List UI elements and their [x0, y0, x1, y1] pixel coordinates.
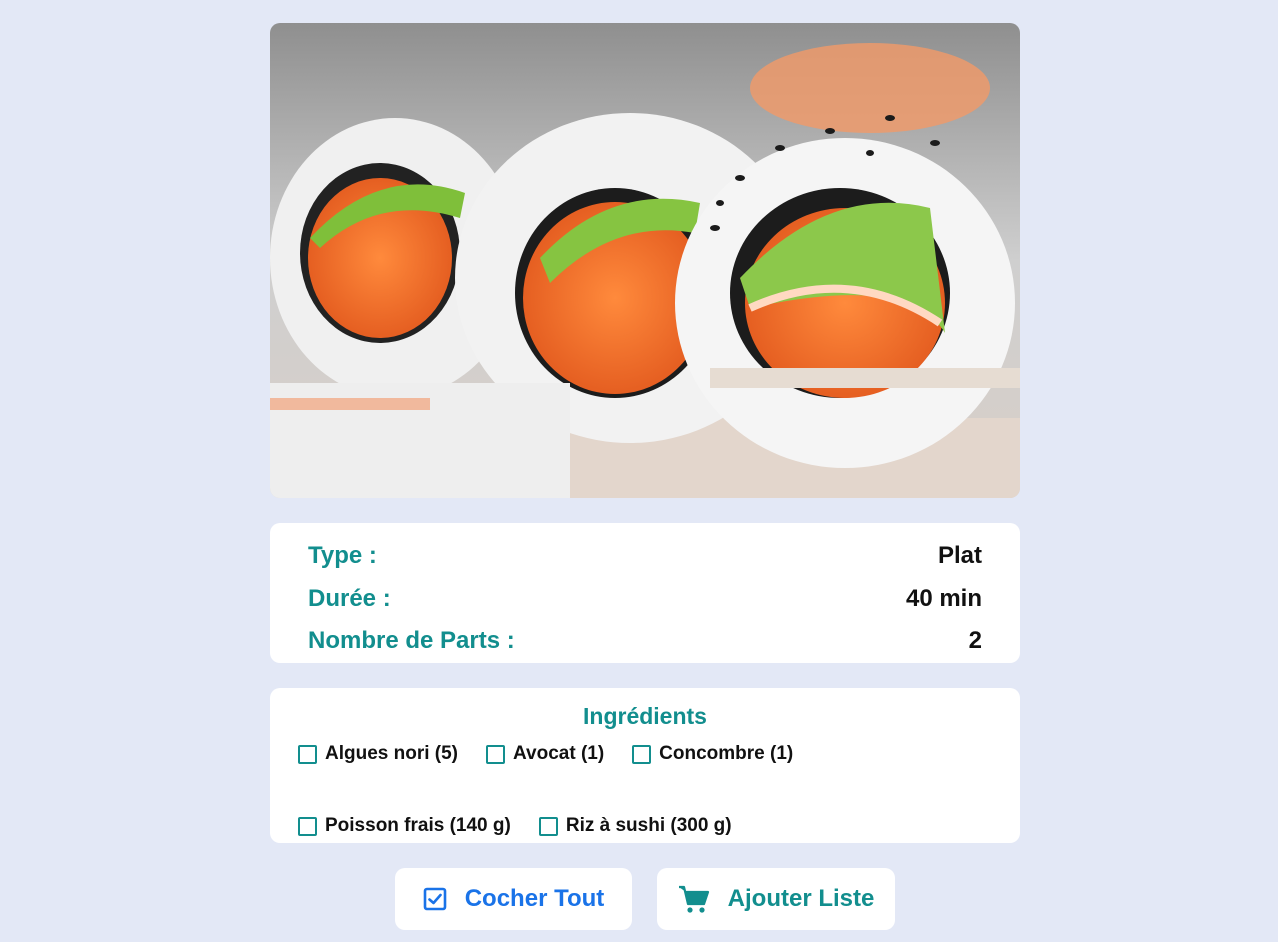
check-all-button[interactable]: Cocher Tout: [395, 868, 632, 930]
ingredient-item-avocat[interactable]: Avocat (1): [486, 740, 604, 768]
ingredient-item-algues-nori[interactable]: Algues nori (5): [298, 740, 458, 768]
info-value: 40 min: [905, 584, 982, 612]
shopping-cart-icon: [678, 884, 710, 914]
check-all-label: Cocher Tout: [464, 885, 605, 912]
ingredients-card: Ingrédients Algues nori (5) Avocat (1) C…: [270, 688, 1020, 843]
ingredient-checkbox[interactable]: [486, 744, 506, 764]
info-row-type: Type : Plat: [308, 535, 982, 578]
info-row-servings: Nombre de Parts : 2: [308, 620, 982, 663]
ingredients-title: Ingrédients: [583, 703, 707, 729]
ingredient-item-concombre[interactable]: Concombre (1): [632, 740, 793, 768]
info-label: Type :: [308, 542, 377, 570]
ingredient-label: Algues nori (5): [325, 743, 459, 764]
add-to-list-button[interactable]: Ajouter Liste: [657, 868, 895, 930]
recipe-photo: [270, 23, 1020, 498]
info-value: Plat: [937, 542, 982, 570]
ingredient-label: Riz à sushi (300 g): [565, 815, 732, 836]
ingredient-checkbox[interactable]: [298, 816, 317, 836]
recipe-info-card: Type : Plat Durée : 40 min Nombre de Par…: [270, 523, 1020, 663]
info-row-duration: Durée : 40 min: [308, 578, 982, 621]
info-label: Durée :: [308, 584, 391, 612]
info-value: 2: [968, 627, 982, 655]
sushi-image: [270, 23, 1020, 498]
ingredient-item-poisson-frais[interactable]: Poisson frais (140 g): [298, 812, 511, 840]
ingredient-label: Avocat (1): [513, 743, 605, 764]
ingredient-checkbox[interactable]: [632, 744, 652, 764]
info-label: Nombre de Parts :: [308, 627, 515, 655]
ingredient-item-riz-sushi[interactable]: Riz à sushi (300 g): [538, 812, 732, 840]
ingredient-label: Concombre (1): [659, 743, 794, 764]
ingredients-list: Algues nori (5) Avocat (1) Concombre (1)…: [298, 740, 992, 840]
checkbox-checked-icon: [423, 887, 447, 911]
ingredient-label: Poisson frais (140 g): [325, 815, 511, 836]
ingredient-checkbox[interactable]: [538, 816, 558, 836]
add-to-list-label: Ajouter Liste: [727, 885, 875, 912]
ingredient-checkbox[interactable]: [298, 744, 317, 764]
